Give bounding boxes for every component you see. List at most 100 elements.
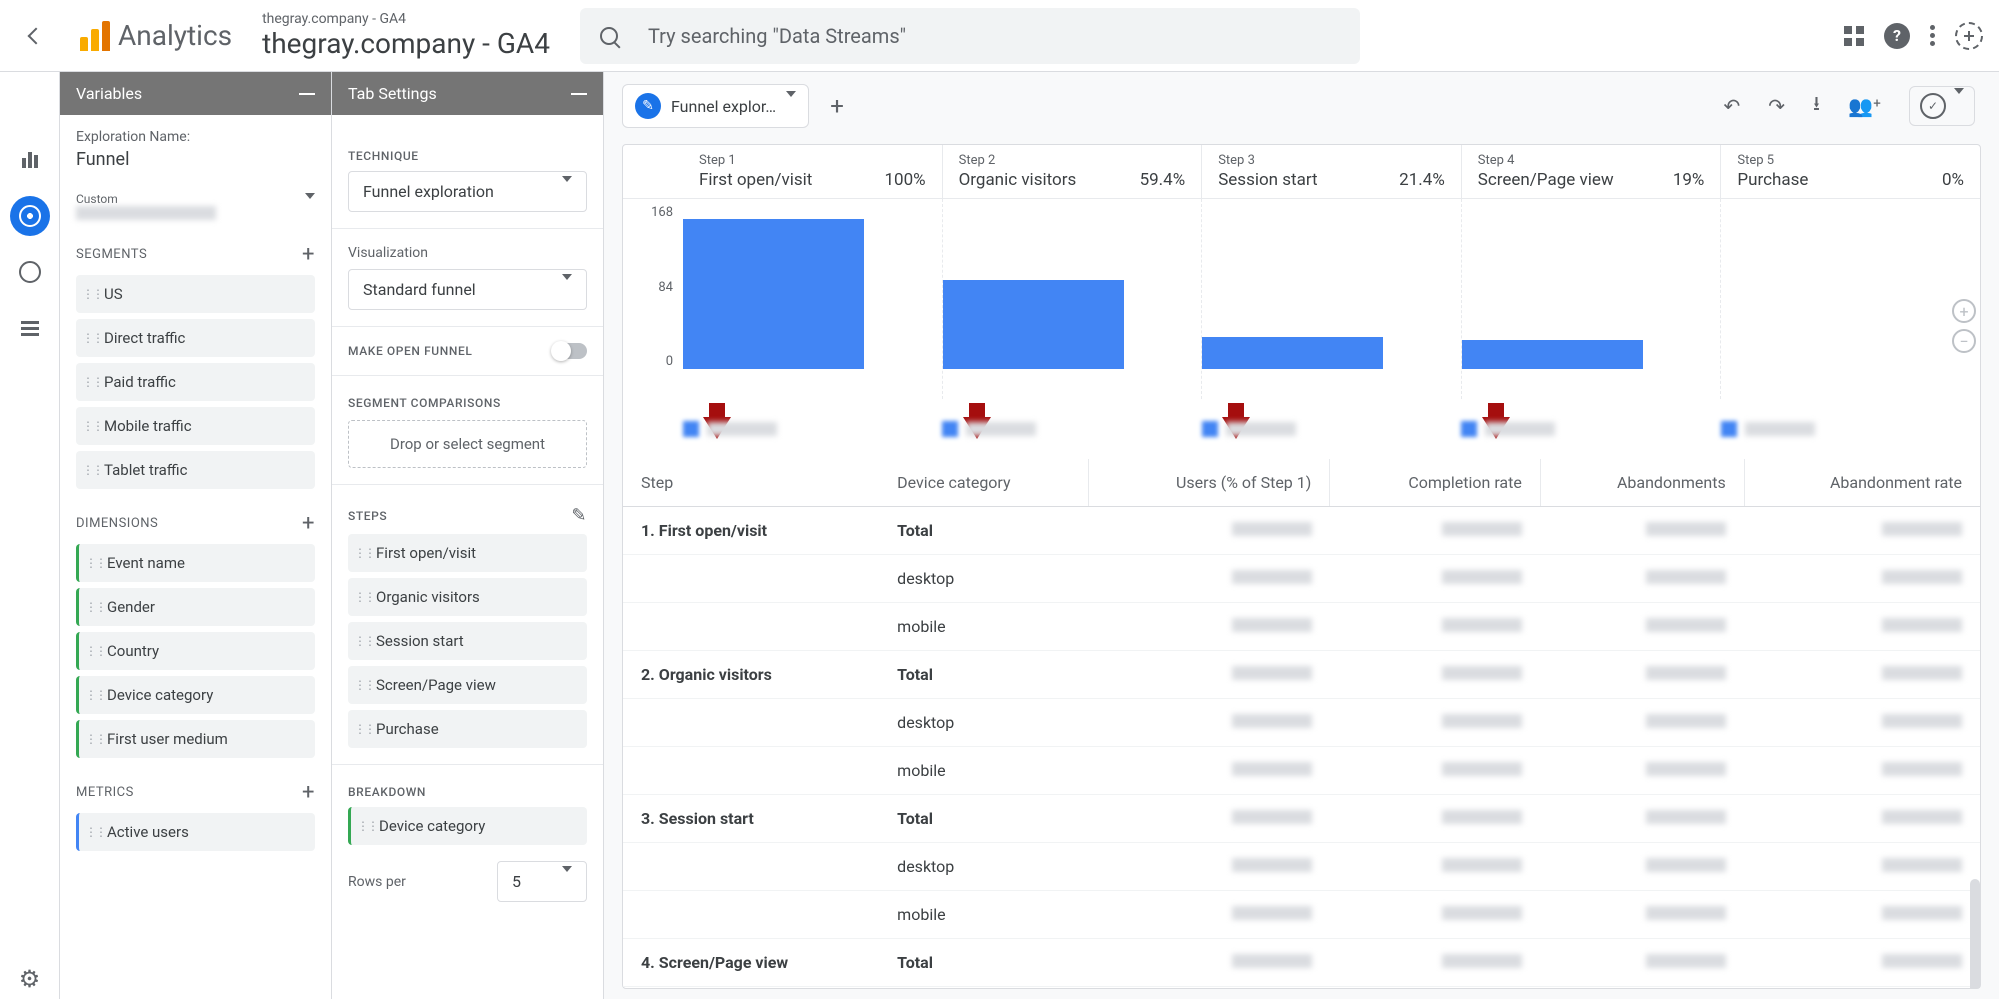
logo: Analytics [80, 19, 232, 52]
technique-select[interactable]: Funnel exploration [348, 171, 587, 212]
table-header[interactable]: Device category [879, 459, 1089, 507]
funnel-bar-column [1201, 199, 1461, 399]
minimize-icon[interactable] [299, 93, 315, 95]
zoom-out-button[interactable]: − [1952, 329, 1976, 353]
dimension-chip[interactable]: Country [76, 632, 315, 670]
undo-button[interactable]: ↶ [1724, 94, 1741, 118]
funnel-footer-cell [683, 421, 942, 437]
metric-chip[interactable]: Active users [76, 813, 315, 851]
exploration-tab[interactable]: ✎ Funnel explor… [622, 84, 809, 128]
more-icon[interactable] [1930, 25, 1935, 46]
breadcrumb-large: thegray.company - GA4 [262, 27, 550, 60]
open-funnel-toggle[interactable] [553, 343, 587, 359]
funnel-footer-cell [1721, 421, 1980, 437]
canvas-toolbar: ↶ ↷ ⭳ 👥⁺ [1724, 86, 1975, 126]
step-chip[interactable]: First open/visit [348, 534, 587, 572]
edit-tab-icon: ✎ [635, 93, 661, 119]
funnel-bar[interactable] [1462, 340, 1643, 369]
exploration-name-value[interactable]: Funnel [76, 145, 315, 174]
nav-admin[interactable] [10, 959, 50, 999]
dimension-chip[interactable]: Device category [76, 676, 315, 714]
segment-chip[interactable]: Direct traffic [76, 319, 315, 357]
variables-panel: Variables Exploration Name: Funnel Custo… [60, 72, 332, 999]
segment-chip[interactable]: US [76, 275, 315, 313]
download-button[interactable]: ⭳ [1813, 89, 1820, 123]
funnel-step-header[interactable]: Step 1First open/visit100% [683, 145, 942, 198]
table-row: desktop [623, 843, 1980, 891]
table-row: 4. Screen/Page viewTotal [623, 939, 1980, 987]
add-dimension-button[interactable] [302, 511, 315, 536]
funnel-bar-column [942, 199, 1202, 399]
left-nav [0, 72, 60, 999]
breadcrumb[interactable]: thegray.company - GA4 thegray.company - … [262, 11, 550, 60]
add-tab-button[interactable]: + [813, 84, 861, 128]
segment-drop-zone[interactable]: Drop or select segment [348, 420, 587, 468]
dimension-chip[interactable]: First user medium [76, 720, 315, 758]
metrics-label: METRICS [76, 785, 134, 800]
visualization-select[interactable]: Standard funnel [348, 269, 587, 310]
nav-home[interactable] [10, 84, 50, 124]
breakdown-chip[interactable]: Device category [348, 807, 587, 845]
funnel-step-header[interactable]: Step 5Purchase0% [1720, 145, 1980, 198]
funnel-footer-cell [1202, 421, 1461, 437]
dimensions-label: DIMENSIONS [76, 516, 158, 531]
nav-configure[interactable] [10, 308, 50, 348]
dimension-chip[interactable]: Gender [76, 588, 315, 626]
funnel-step-header[interactable]: Step 3Session start21.4% [1201, 145, 1461, 198]
variables-header: Variables [60, 72, 331, 115]
funnel-bar[interactable] [683, 219, 864, 369]
analytics-logo-icon [80, 21, 110, 51]
add-metric-button[interactable] [302, 780, 315, 805]
table-header[interactable]: Users (% of Step 1) [1089, 459, 1330, 507]
funnel-chart: 168840 + − [623, 199, 1980, 399]
chevron-down-icon [305, 199, 315, 213]
nav-advertising[interactable] [10, 252, 50, 292]
variables-title: Variables [76, 84, 142, 103]
apps-icon[interactable] [1844, 26, 1864, 46]
insights-button[interactable] [1909, 86, 1975, 126]
table-header[interactable]: Abandonment rate [1744, 459, 1980, 507]
minimize-icon[interactable] [571, 93, 587, 95]
segments-label: SEGMENTS [76, 247, 147, 262]
nav-reports[interactable] [10, 140, 50, 180]
funnel-bar-column [683, 199, 942, 399]
chevron-down-icon [1954, 94, 1964, 118]
search-input[interactable]: Try searching "Data Streams" [580, 8, 1360, 64]
back-button[interactable] [16, 16, 56, 56]
segment-chip[interactable]: Paid traffic [76, 363, 315, 401]
diagnostics-icon[interactable] [1955, 22, 1983, 50]
step-chip[interactable]: Screen/Page view [348, 666, 587, 704]
segment-chip[interactable]: Tablet traffic [76, 451, 315, 489]
logo-text: Analytics [118, 19, 232, 52]
step-chip[interactable]: Organic visitors [348, 578, 587, 616]
funnel-step-header[interactable]: Step 2Organic visitors59.4% [942, 145, 1202, 198]
step-chip[interactable]: Purchase [348, 710, 587, 748]
dimension-chip[interactable]: Event name [76, 544, 315, 582]
rows-per-select[interactable]: 5 [497, 861, 587, 902]
nav-explore[interactable] [10, 196, 50, 236]
funnel-bar[interactable] [1202, 337, 1383, 369]
edit-steps-button[interactable] [571, 505, 587, 526]
chevron-down-icon[interactable] [786, 97, 796, 116]
canvas: ✎ Funnel explor… + ↶ ↷ ⭳ 👥⁺ Step 1First … [604, 72, 1999, 999]
table-header[interactable]: Step [623, 459, 879, 507]
table-header[interactable]: Completion rate [1330, 459, 1541, 507]
table-row: mobile [623, 603, 1980, 651]
funnel-bar[interactable] [943, 280, 1124, 369]
segment-chip[interactable]: Mobile traffic [76, 407, 315, 445]
top-bar: Analytics thegray.company - GA4 thegray.… [0, 0, 1999, 72]
table-row: desktop [623, 699, 1980, 747]
funnel-step-header[interactable]: Step 4Screen/Page view19% [1461, 145, 1721, 198]
zoom-in-button[interactable]: + [1952, 299, 1976, 323]
share-button[interactable]: 👥⁺ [1848, 94, 1881, 118]
table-header[interactable]: Abandonments [1540, 459, 1744, 507]
scrollbar[interactable] [1970, 879, 1980, 988]
funnel-table: StepDevice categoryUsers (% of Step 1)Co… [623, 459, 1980, 988]
step-chip[interactable]: Session start [348, 622, 587, 660]
funnel-footer-cell [942, 421, 1201, 437]
date-range-value [76, 206, 216, 220]
help-icon[interactable]: ? [1884, 23, 1910, 49]
redo-button[interactable]: ↷ [1768, 94, 1785, 118]
add-segment-button[interactable] [302, 242, 315, 267]
date-range-picker[interactable]: Custom [76, 192, 315, 220]
